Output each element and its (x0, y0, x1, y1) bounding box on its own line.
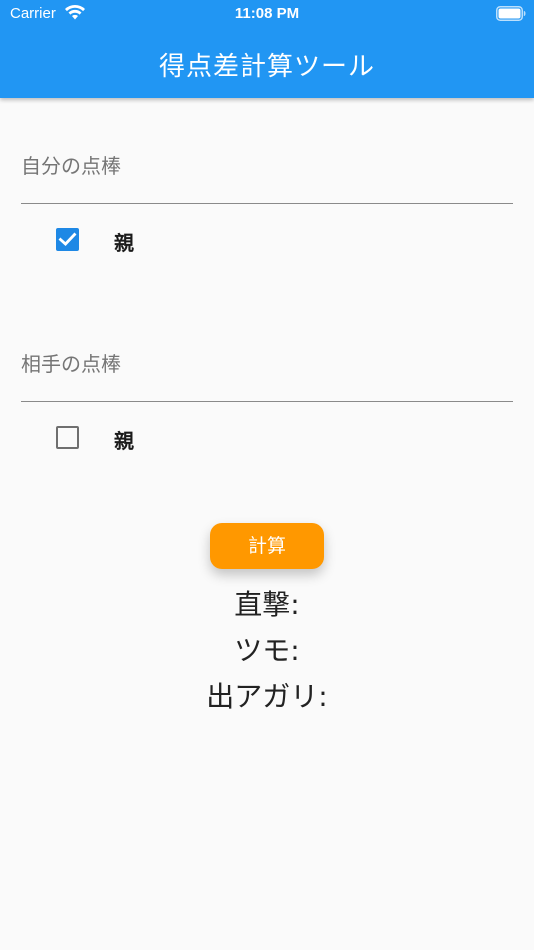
direct-hit-result: 直撃: (234, 588, 300, 621)
battery-full-icon (496, 6, 526, 21)
self-dealer-label: 親 (114, 231, 134, 255)
self-points-placeholder: 自分の点棒 (21, 154, 121, 178)
self-points-input[interactable]: 自分の点棒 (21, 142, 513, 204)
status-bar: Carrier 11:08 PM (0, 0, 534, 28)
checkmark-icon (58, 232, 77, 246)
calculate-button[interactable]: 計算 (210, 523, 324, 569)
page-title: 得点差計算ツール (158, 52, 375, 82)
opponent-dealer-label: 親 (114, 429, 134, 453)
opponent-points-input[interactable]: 相手の点棒 (21, 340, 513, 402)
deal-in-result: 出アガリ: (206, 680, 328, 713)
app-bar: Carrier 11:08 PM 得点差計算ツール (0, 0, 534, 98)
app-screen: Carrier 11:08 PM 得点差計算ツール 自分の点棒 親 相手の点棒 … (0, 0, 534, 950)
clock: 11:08 PM (234, 5, 300, 22)
results-panel: 直撃: ツモ: 出アガリ: (0, 582, 534, 720)
self-dealer-checkbox[interactable] (56, 228, 79, 251)
opponent-points-placeholder: 相手の点棒 (21, 352, 121, 376)
opponent-dealer-checkbox[interactable] (56, 426, 79, 449)
tsumo-result: ツモ: (234, 634, 300, 667)
